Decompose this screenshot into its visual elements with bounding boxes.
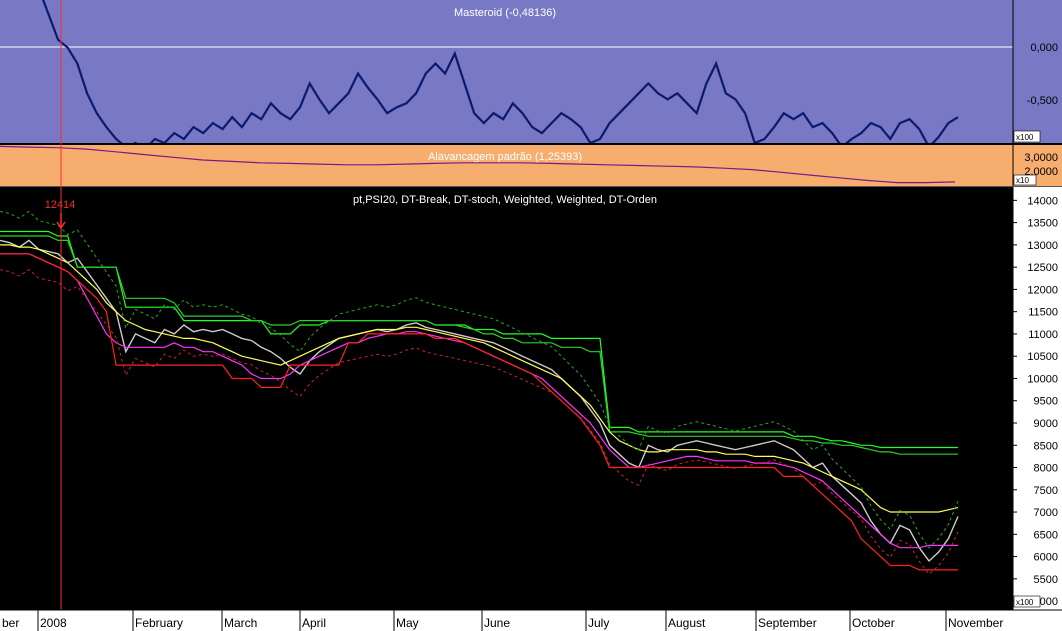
x-axis-label: August bbox=[668, 616, 706, 630]
price-tick-label: 5500 bbox=[1034, 574, 1058, 586]
x-axis-label: March bbox=[224, 616, 257, 630]
oscillator-panel: Masteroid (-0,48136) 0,000 -0,500 x100 bbox=[0, 0, 1062, 151]
price-tick-label: 10000 bbox=[1027, 373, 1058, 385]
x-axis-label: April bbox=[302, 616, 326, 630]
price-tick-label: 7500 bbox=[1034, 485, 1058, 497]
price-title: pt,PSI20, DT-Break, DT-stoch, Weighted, … bbox=[353, 194, 657, 206]
x-axis-label: September bbox=[758, 616, 817, 630]
oscillator-unit-label: x100 bbox=[1016, 133, 1034, 142]
x-axis-label: November bbox=[948, 616, 1003, 630]
leverage-tick-0: 3,0000 bbox=[1024, 152, 1058, 164]
price-unit-label: x100 bbox=[1016, 598, 1034, 607]
price-tick-label: 12500 bbox=[1027, 262, 1058, 274]
oscillator-tick-1: -0,500 bbox=[1027, 95, 1058, 107]
oscillator-axis bbox=[1013, 0, 1062, 143]
date-marker-label: 12414 bbox=[45, 199, 76, 211]
x-axis: ber 2008 February March April May June July Augu… bbox=[0, 609, 1062, 631]
price-tick-label: 6500 bbox=[1034, 529, 1058, 541]
price-tick-label: 13500 bbox=[1027, 218, 1058, 230]
x-axis-label: July bbox=[588, 616, 609, 630]
oscillator-tick-0: 0,000 bbox=[1030, 42, 1058, 54]
oscillator-plot-area bbox=[0, 0, 1013, 143]
oscillator-title: Masteroid (-0,48136) bbox=[454, 7, 556, 19]
price-tick-label: 9500 bbox=[1034, 396, 1058, 408]
price-tick-label: 7000 bbox=[1034, 507, 1058, 519]
price-tick-label: 10500 bbox=[1027, 351, 1058, 363]
price-tick-label: 12000 bbox=[1027, 284, 1058, 296]
x-axis-label: February bbox=[135, 616, 183, 630]
x-axis-label: October bbox=[852, 616, 895, 630]
leverage-unit-label: x10 bbox=[1016, 176, 1029, 185]
leverage-title: Alavancagem padrão (1,25393) bbox=[428, 151, 582, 163]
x-axis-label: May bbox=[396, 616, 419, 630]
price-tick-label: 9000 bbox=[1034, 418, 1058, 430]
price-tick-label: 8500 bbox=[1034, 440, 1058, 452]
price-plot-area bbox=[0, 187, 1013, 610]
price-tick-label: 8000 bbox=[1034, 463, 1058, 475]
price-tick-label: 11000 bbox=[1028, 329, 1058, 341]
leverage-panel: Alavancagem padrão (1,25393) 3,0000 2,00… bbox=[0, 143, 1062, 186]
price-tick-label: 14000 bbox=[1027, 195, 1058, 207]
price-tick-label: 13000 bbox=[1027, 240, 1058, 252]
x-axis-label: ber bbox=[2, 616, 19, 630]
x-axis-label: June bbox=[484, 616, 510, 630]
x-axis-label: 2008 bbox=[40, 616, 67, 630]
price-tick-label: 11500 bbox=[1028, 307, 1058, 319]
price-tick-label: 6000 bbox=[1034, 552, 1058, 564]
chart-svg: Masteroid (-0,48136) 0,000 -0,500 x100 A… bbox=[0, 0, 1062, 631]
